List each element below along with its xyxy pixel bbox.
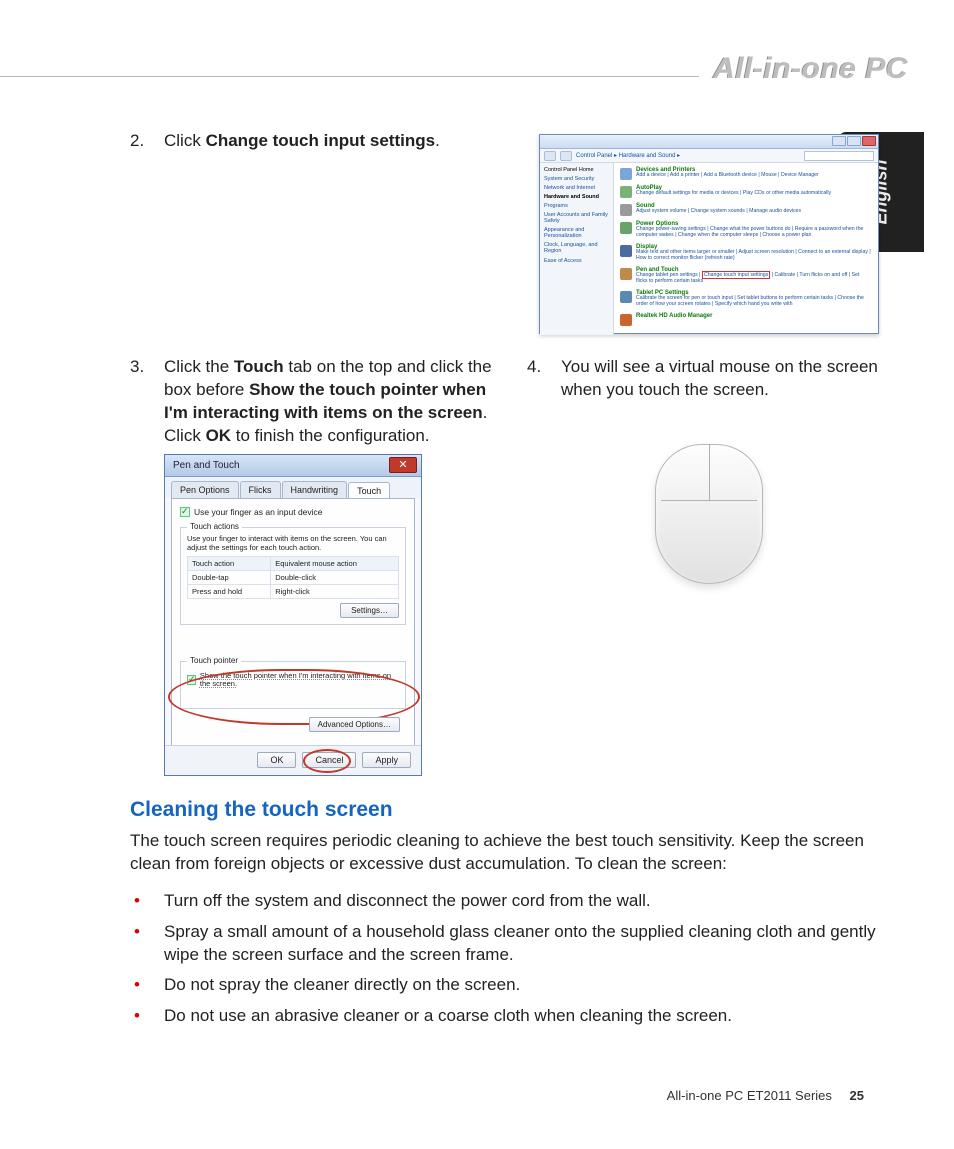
step-3: 3. Click the Touch tab on the top and cl… (130, 356, 493, 448)
settings-button[interactable]: Settings… (340, 603, 399, 618)
realtek-icon (620, 314, 632, 326)
close-button[interactable]: ✕ (389, 457, 417, 473)
category-links[interactable]: Adjust system volume | Change system sou… (636, 209, 801, 215)
control-panel-main: Devices and PrintersAdd a device | Add a… (614, 163, 878, 335)
sidebar-item[interactable]: Appearance and Personalization (544, 227, 609, 239)
list-item: Do not use an abrasive cleaner or a coar… (130, 1005, 890, 1028)
tab-pen-options[interactable]: Pen Options (171, 481, 239, 498)
section-intro: The touch screen requires periodic clean… (130, 830, 890, 876)
search-input[interactable] (804, 151, 874, 161)
forward-button[interactable] (560, 151, 572, 161)
window-titlebar (540, 135, 878, 149)
category-links[interactable]: Change power-saving settings | Change wh… (636, 227, 872, 239)
pen-touch-dialog: Pen and Touch ✕ Pen Options Flicks Handw… (164, 454, 422, 776)
sidebar-item[interactable]: System and Security (544, 176, 609, 182)
advanced-options-button[interactable]: Advanced Options… (309, 717, 400, 732)
dialog-tabs: Pen Options Flicks Handwriting Touch (165, 477, 421, 498)
table-header: Equivalent mouse action (271, 556, 399, 570)
checkbox-label: Use your finger as an input device (194, 507, 323, 517)
footer-model: All-in-one PC ET2011 Series (667, 1088, 832, 1103)
sidebar-item[interactable]: Clock, Language, and Region (544, 242, 609, 254)
minimize-button[interactable] (832, 136, 846, 146)
dialog-titlebar: Pen and Touch ✕ (165, 455, 421, 477)
tablet-pc-icon (620, 291, 632, 303)
sidebar-item[interactable]: User Accounts and Family Safety (544, 212, 609, 224)
checkbox-icon (187, 675, 196, 685)
sidebar-item[interactable]: Programs (544, 203, 609, 209)
touch-actions-table: Touch actionEquivalent mouse action Doub… (187, 556, 399, 599)
page-title: All-in-one PC (699, 52, 908, 86)
maximize-button[interactable] (847, 136, 861, 146)
control-panel-screenshot: Control Panel ▸ Hardware and Sound ▸ Con… (539, 134, 879, 334)
checkbox-label: Show the touch pointer when I'm interact… (200, 672, 399, 689)
highlighted-link: Change touch input settings (702, 271, 770, 279)
section-heading-cleaning: Cleaning the touch screen (130, 798, 890, 822)
step-2: 2. Click Change touch input settings. (130, 130, 493, 153)
display-icon (620, 245, 632, 257)
category-links[interactable]: Change tablet pen settings | Change touc… (636, 273, 872, 285)
step-text: Click Change touch input settings. (164, 130, 493, 153)
table-row[interactable]: Double-tapDouble-click (188, 570, 399, 584)
pen-touch-icon (620, 268, 632, 280)
list-item: Spray a small amount of a household glas… (130, 921, 890, 967)
step-text: Click the Touch tab on the top and click… (164, 356, 493, 448)
tab-handwriting[interactable]: Handwriting (282, 481, 348, 498)
category-title[interactable]: Realtek HD Audio Manager (636, 313, 712, 319)
autoplay-icon (620, 186, 632, 198)
page-number: 25 (850, 1088, 864, 1103)
table-row[interactable]: Press and holdRight-click (188, 584, 399, 598)
sidebar-item[interactable]: Network and Internet (544, 185, 609, 191)
power-icon (620, 222, 632, 234)
page-footer: All-in-one PC ET2011 Series 25 (667, 1088, 864, 1103)
step-number: 2. (130, 130, 164, 153)
step-4: 4. You will see a virtual mouse on the s… (527, 356, 890, 402)
sidebar-item-active[interactable]: Hardware and Sound (544, 194, 609, 200)
sidebar-heading: Control Panel Home (544, 167, 609, 173)
list-item: Turn off the system and disconnect the p… (130, 890, 890, 913)
step-text: You will see a virtual mouse on the scre… (561, 356, 890, 402)
category-links[interactable]: Add a device | Add a printer | Add a Blu… (636, 173, 819, 179)
tab-touch[interactable]: Touch (348, 482, 390, 499)
breadcrumb[interactable]: Control Panel ▸ Hardware and Sound ▸ (576, 152, 680, 159)
devices-icon (620, 168, 632, 180)
apply-button[interactable]: Apply (362, 752, 411, 768)
dialog-footer: OK Cancel Apply (165, 745, 421, 775)
checkbox-finger-input[interactable]: Use your finger as an input device (180, 507, 406, 517)
checkbox-icon (180, 507, 190, 517)
group-legend: Touch pointer (187, 656, 241, 665)
close-button[interactable] (862, 136, 876, 146)
dialog-title: Pen and Touch (173, 460, 240, 471)
checkbox-show-pointer[interactable]: Show the touch pointer when I'm interact… (187, 672, 399, 689)
list-item: Do not spray the cleaner directly on the… (130, 974, 890, 997)
sidebar-item[interactable]: Ease of Access (544, 258, 609, 264)
touch-pointer-group: Touch pointer Show the touch pointer whe… (180, 661, 406, 709)
dialog-pane: Use your finger as an input device Touch… (171, 498, 415, 754)
back-button[interactable] (544, 151, 556, 161)
category-links[interactable]: Change default settings for media or dev… (636, 191, 831, 197)
step-number: 4. (527, 356, 561, 402)
control-panel-sidebar: Control Panel Home System and Security N… (540, 163, 614, 335)
group-legend: Touch actions (187, 522, 242, 531)
virtual-mouse-image (655, 444, 763, 584)
ok-button[interactable]: OK (257, 752, 296, 768)
category-links[interactable]: Make text and other items larger or smal… (636, 250, 872, 262)
address-bar: Control Panel ▸ Hardware and Sound ▸ (540, 149, 878, 163)
table-header: Touch action (188, 556, 271, 570)
cancel-button[interactable]: Cancel (302, 752, 356, 768)
step-number: 3. (130, 356, 164, 448)
sound-icon (620, 204, 632, 216)
tab-flicks[interactable]: Flicks (240, 481, 281, 498)
touch-actions-group: Touch actions Use your finger to interac… (180, 527, 406, 625)
group-description: Use your finger to interact with items o… (187, 534, 399, 552)
category-links[interactable]: Calibrate the screen for pen or touch in… (636, 296, 872, 308)
cleaning-bullet-list: Turn off the system and disconnect the p… (130, 890, 890, 1029)
